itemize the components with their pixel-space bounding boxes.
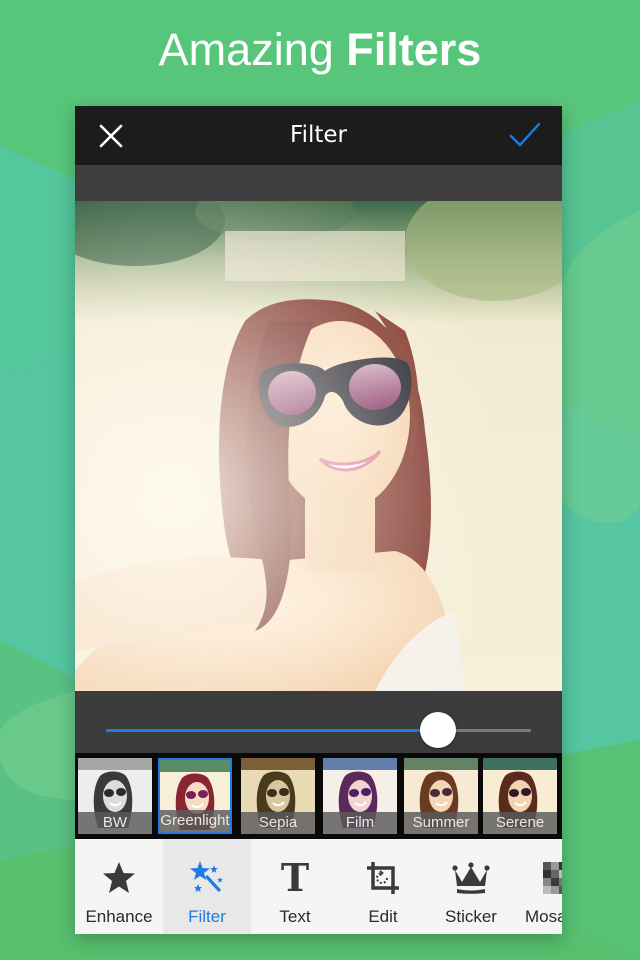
filter-label: Sepia <box>241 812 315 834</box>
screen-title: Filter <box>290 122 347 148</box>
sub-bar <box>75 165 562 201</box>
tool-enhance[interactable]: Enhance <box>75 839 163 934</box>
tool-label: Mosaic <box>525 907 562 926</box>
filter-label: BW <box>78 812 152 834</box>
filter-thumbnail-sepia[interactable]: Sepia <box>241 758 315 834</box>
filter-thumbnail-greenlight[interactable]: Greenlight <box>158 758 232 834</box>
crown-icon <box>452 862 490 894</box>
checkmark-icon <box>509 122 541 147</box>
tool-text[interactable]: T Text <box>251 839 339 934</box>
crop-rotate-icon <box>367 862 399 894</box>
tool-label: Edit <box>368 907 398 926</box>
photo-preview <box>75 201 562 691</box>
top-bar: Filter <box>75 106 562 165</box>
headline-regular: Amazing <box>158 24 347 75</box>
tool-filter[interactable]: Filter <box>163 839 251 934</box>
tool-label: Text <box>279 907 311 926</box>
filter-thumbnail-film[interactable]: Film <box>323 758 397 834</box>
filter-thumbnail-serene[interactable]: Serene <box>483 758 557 834</box>
intensity-slider-area <box>75 691 562 753</box>
filter-label: Summer <box>404 812 478 834</box>
filter-thumbnail-bw[interactable]: BW <box>78 758 152 834</box>
headline-bold: Filters <box>346 24 482 75</box>
slider-thumb[interactable] <box>419 712 456 748</box>
mosaic-icon <box>543 862 562 894</box>
filter-label: Film <box>323 812 397 834</box>
text-icon: T <box>280 855 310 900</box>
filter-label: Serene <box>483 812 557 834</box>
tool-label: Sticker <box>445 907 497 926</box>
slider-fill <box>106 729 438 732</box>
tool-mosaic[interactable]: Mosaic <box>515 839 562 934</box>
magic-wand-icon <box>190 861 223 892</box>
headline: Amazing Filters <box>0 24 640 76</box>
filter-label: Greenlight <box>160 810 230 832</box>
bottom-toolbar: Enhance Filter T Text Edit Sticker Mosa <box>75 839 562 934</box>
tool-label: Enhance <box>85 907 153 926</box>
filter-strip[interactable]: BW Greenlight Sepia Film Summer Serene <box>75 753 562 839</box>
star-icon <box>103 862 135 893</box>
intensity-slider[interactable] <box>106 712 531 748</box>
confirm-button[interactable] <box>508 120 542 150</box>
tool-sticker[interactable]: Sticker <box>427 839 515 934</box>
app-screen: Filter BW Greenlight Sepia Film Summer S… <box>75 106 562 934</box>
filter-thumbnail-summer[interactable]: Summer <box>404 758 478 834</box>
photo-image <box>75 201 562 691</box>
tool-edit[interactable]: Edit <box>339 839 427 934</box>
tool-label: Filter <box>188 907 226 926</box>
